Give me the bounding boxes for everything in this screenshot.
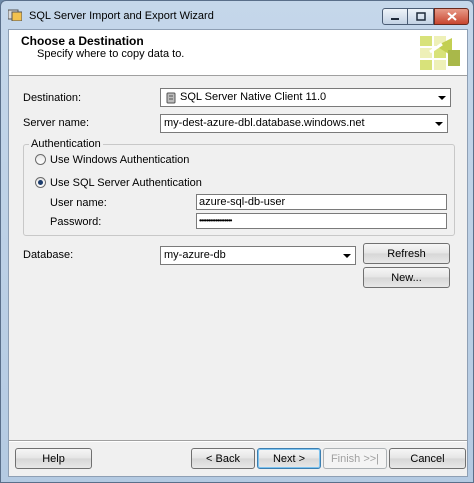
database-dropdown-button[interactable]: [339, 248, 354, 263]
close-button[interactable]: [434, 8, 469, 25]
database-combo[interactable]: my-azure-db: [160, 246, 356, 265]
password-value: ••••••••••••••••••: [199, 216, 232, 225]
server-name-value: my-dest-azure-dbl.database.windows.net: [164, 117, 365, 129]
finish-button[interactable]: Finish >>|: [323, 448, 387, 469]
windows-auth-label[interactable]: Use Windows Authentication: [50, 154, 189, 166]
database-label: Database:: [23, 249, 74, 261]
sql-auth-radio[interactable]: [35, 177, 46, 188]
server-name-combo[interactable]: my-dest-azure-dbl.database.windows.net: [160, 114, 448, 133]
sql-auth-label[interactable]: Use SQL Server Authentication: [50, 177, 202, 189]
authentication-group-label: Authentication: [29, 138, 103, 150]
maximize-icon: [415, 12, 426, 21]
close-icon: [446, 12, 457, 21]
maximize-button[interactable]: [408, 8, 434, 25]
chevron-down-icon: [342, 253, 351, 258]
wizard-window: SQL Server Import and Export Wizard Choo…: [0, 0, 474, 483]
minimize-icon: [391, 17, 399, 20]
destination-dropdown-button[interactable]: [434, 90, 449, 105]
refresh-button[interactable]: Refresh: [363, 243, 450, 264]
sql-server-icon: [8, 9, 22, 21]
new-database-button[interactable]: New...: [363, 267, 450, 288]
page-title: Choose a Destination: [21, 34, 144, 48]
wizard-client-area: Choose a Destination Specify where to co…: [8, 29, 468, 477]
password-input[interactable]: ••••••••••••••••••: [196, 213, 447, 229]
page-header: Choose a Destination Specify where to co…: [9, 30, 467, 76]
server-name-dropdown-button[interactable]: [431, 116, 446, 131]
username-value: azure-sql-db-user: [199, 196, 286, 208]
username-label: User name:: [50, 197, 107, 209]
windows-auth-radio[interactable]: [35, 154, 46, 165]
database-value: my-azure-db: [164, 249, 226, 261]
username-input[interactable]: azure-sql-db-user: [196, 194, 447, 210]
page-subtitle: Specify where to copy data to.: [37, 48, 185, 60]
destination-select[interactable]: SQL Server Native Client 11.0: [160, 88, 451, 107]
chevron-down-icon: [434, 121, 443, 126]
window-title: SQL Server Import and Export Wizard: [29, 10, 214, 22]
wizard-banner-icon: [420, 36, 460, 70]
minimize-button[interactable]: [382, 8, 408, 25]
server-name-label: Server name:: [23, 117, 90, 129]
password-label: Password:: [50, 216, 102, 228]
footer-separator: [9, 440, 467, 442]
chevron-down-icon: [437, 95, 446, 100]
database-provider-icon: [166, 92, 176, 104]
next-button[interactable]: Next >: [257, 448, 321, 469]
destination-value: SQL Server Native Client 11.0: [180, 91, 327, 103]
cancel-button[interactable]: Cancel: [389, 448, 466, 469]
title-bar[interactable]: SQL Server Import and Export Wizard: [1, 1, 473, 29]
back-button[interactable]: < Back: [191, 448, 255, 469]
help-button[interactable]: Help: [15, 448, 92, 469]
destination-label: Destination:: [23, 92, 82, 104]
